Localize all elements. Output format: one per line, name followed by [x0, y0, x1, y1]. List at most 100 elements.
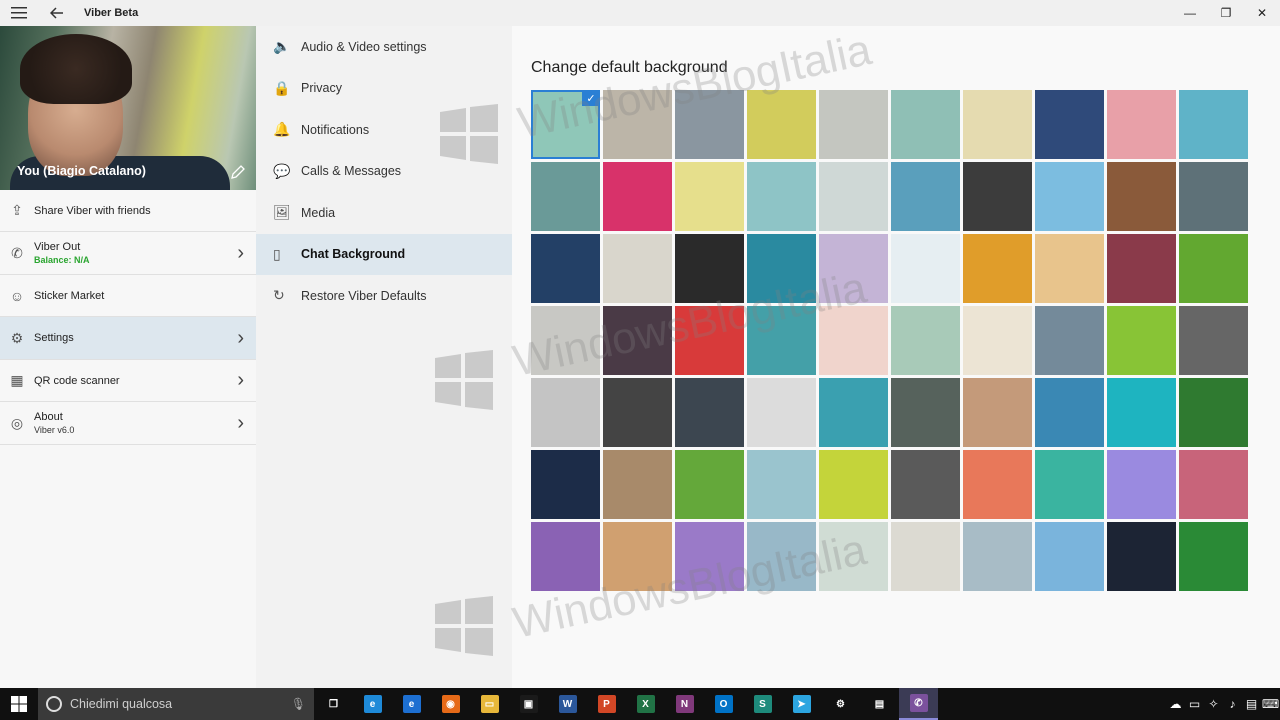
- background-tile[interactable]: [603, 378, 672, 447]
- background-tile[interactable]: [891, 378, 960, 447]
- background-tile[interactable]: [747, 522, 816, 591]
- background-tile[interactable]: [1179, 378, 1248, 447]
- background-tile[interactable]: [1179, 306, 1248, 375]
- powerpoint-icon[interactable]: P: [587, 688, 626, 720]
- volume-icon[interactable]: ♪: [1223, 697, 1242, 711]
- background-tile[interactable]: [891, 234, 960, 303]
- background-tile[interactable]: [963, 306, 1032, 375]
- left-menu-item[interactable]: ▦ QR code scanner ›: [0, 360, 256, 402]
- background-tile[interactable]: [819, 90, 888, 159]
- background-tile[interactable]: [819, 234, 888, 303]
- background-tile[interactable]: [531, 162, 600, 231]
- background-tile[interactable]: [1107, 450, 1176, 519]
- background-tile[interactable]: [1035, 306, 1104, 375]
- file-explorer-icon[interactable]: ▭: [470, 688, 509, 720]
- background-tile[interactable]: [819, 162, 888, 231]
- background-tile[interactable]: [1035, 90, 1104, 159]
- left-menu-item[interactable]: ⚙ Settings ›: [0, 317, 256, 360]
- background-tile[interactable]: [603, 90, 672, 159]
- background-tile[interactable]: [675, 450, 744, 519]
- background-tile[interactable]: [603, 234, 672, 303]
- left-menu-item[interactable]: ◎ About Viber v6.0 ›: [0, 402, 256, 445]
- background-tile[interactable]: [1179, 450, 1248, 519]
- onenote-icon[interactable]: N: [665, 688, 704, 720]
- background-tile[interactable]: [1107, 234, 1176, 303]
- background-tile[interactable]: [891, 306, 960, 375]
- left-menu-item[interactable]: ⇪ Share Viber with friends: [0, 190, 256, 232]
- notifications-icon[interactable]: ▤: [1242, 697, 1261, 711]
- background-tile[interactable]: [603, 522, 672, 591]
- background-tile[interactable]: [747, 378, 816, 447]
- background-tile[interactable]: [819, 450, 888, 519]
- background-tile[interactable]: [603, 306, 672, 375]
- cloud-icon[interactable]: ☁: [1166, 697, 1185, 711]
- firefox-icon[interactable]: ◉: [431, 688, 470, 720]
- background-tile[interactable]: [1035, 522, 1104, 591]
- background-tile[interactable]: [675, 378, 744, 447]
- background-tile[interactable]: [1179, 234, 1248, 303]
- background-tile[interactable]: [1107, 522, 1176, 591]
- close-button[interactable]: ✕: [1244, 0, 1280, 26]
- background-tile[interactable]: [747, 162, 816, 231]
- edit-pencil-icon[interactable]: [230, 164, 248, 182]
- background-tile[interactable]: [891, 162, 960, 231]
- settings-icon[interactable]: ⚙: [821, 688, 860, 720]
- background-tile[interactable]: [819, 378, 888, 447]
- background-tile[interactable]: [675, 522, 744, 591]
- word-icon[interactable]: W: [548, 688, 587, 720]
- background-tile[interactable]: [531, 306, 600, 375]
- internet-explorer-icon[interactable]: e: [353, 688, 392, 720]
- background-tile[interactable]: [747, 450, 816, 519]
- background-tile[interactable]: [531, 234, 600, 303]
- background-tile[interactable]: [819, 306, 888, 375]
- background-tile[interactable]: [675, 90, 744, 159]
- outlook-icon[interactable]: O: [704, 688, 743, 720]
- settings-item[interactable]: 🔈 Audio & Video settings: [256, 26, 512, 68]
- background-tile[interactable]: [1107, 306, 1176, 375]
- store-icon[interactable]: ▣: [509, 688, 548, 720]
- left-menu-item[interactable]: ☺ Sticker Market: [0, 275, 256, 317]
- settings-item[interactable]: ▯ Chat Background: [256, 233, 512, 275]
- background-tile[interactable]: [1107, 90, 1176, 159]
- background-tile[interactable]: [963, 90, 1032, 159]
- viber-app-icon[interactable]: ✆: [899, 688, 938, 720]
- background-tile[interactable]: [747, 234, 816, 303]
- settings-item[interactable]: 🔔 Notifications: [256, 109, 512, 151]
- background-tile[interactable]: ✓: [531, 90, 600, 159]
- background-tile[interactable]: [603, 450, 672, 519]
- network-icon[interactable]: ✧: [1204, 697, 1223, 711]
- task-view-icon[interactable]: ❐: [314, 688, 353, 720]
- hamburger-menu-button[interactable]: [0, 0, 38, 26]
- background-tile[interactable]: [891, 90, 960, 159]
- minimize-button[interactable]: —: [1172, 0, 1208, 26]
- back-button[interactable]: [38, 0, 76, 26]
- profile-header[interactable]: You (Biagio Catalano): [0, 26, 256, 190]
- microphone-icon[interactable]: 🎙: [291, 697, 306, 711]
- settings-item[interactable]: 🖼 Media: [256, 192, 512, 234]
- background-tile[interactable]: [1107, 378, 1176, 447]
- left-menu-item[interactable]: ✆ Viber Out Balance: N/A ›: [0, 232, 256, 275]
- settings-item[interactable]: ↻ Restore Viber Defaults: [256, 275, 512, 317]
- background-tile[interactable]: [963, 522, 1032, 591]
- telegram-icon[interactable]: ➤: [782, 688, 821, 720]
- background-tile[interactable]: [531, 378, 600, 447]
- excel-icon[interactable]: X: [626, 688, 665, 720]
- background-tile[interactable]: [1035, 162, 1104, 231]
- background-tile[interactable]: [747, 90, 816, 159]
- background-tile[interactable]: [1179, 522, 1248, 591]
- sway-icon[interactable]: S: [743, 688, 782, 720]
- background-tile[interactable]: [891, 522, 960, 591]
- windows-store-bag-icon[interactable]: ▤: [860, 688, 899, 720]
- background-tile[interactable]: [891, 450, 960, 519]
- background-tile[interactable]: [1179, 162, 1248, 231]
- background-tile[interactable]: [675, 162, 744, 231]
- background-tile[interactable]: [963, 378, 1032, 447]
- background-tile[interactable]: [1035, 378, 1104, 447]
- start-button[interactable]: [0, 688, 38, 720]
- background-tile[interactable]: [675, 306, 744, 375]
- edge-icon[interactable]: e: [392, 688, 431, 720]
- settings-item[interactable]: 🔒 Privacy: [256, 68, 512, 110]
- maximize-button[interactable]: ❐: [1208, 0, 1244, 26]
- settings-item[interactable]: 💬 Calls & Messages: [256, 151, 512, 193]
- background-tile[interactable]: [747, 306, 816, 375]
